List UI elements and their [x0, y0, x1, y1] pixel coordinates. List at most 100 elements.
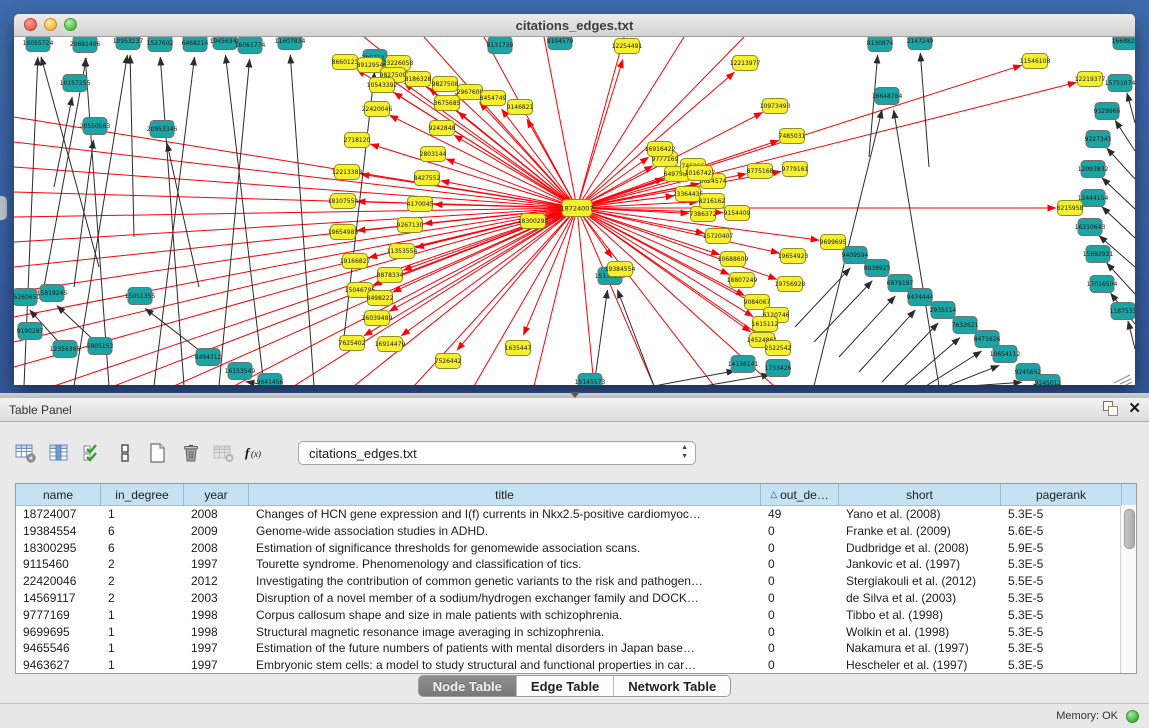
table-cell[interactable]: 9465546 [16, 640, 101, 657]
graph-node-reference[interactable]: 7485031 [779, 129, 806, 144]
table-row[interactable]: 969969511998Structural magnetic resonanc… [16, 624, 1136, 641]
table-cell[interactable]: 2 [101, 590, 184, 607]
table-cell[interactable]: Changes of HCN gene expression and I(f) … [249, 506, 761, 523]
graph-node-reference[interactable]: 18300295 [518, 214, 549, 229]
table-row[interactable]: 1938455462009Genome-wide association stu… [16, 523, 1136, 540]
row-height-icon[interactable] [111, 439, 139, 467]
graph-node-cited[interactable]: 15051355 [125, 288, 156, 305]
table-cell[interactable]: 2 [101, 573, 184, 590]
table-cell[interactable]: Tibbo et al. (1998) [839, 607, 1001, 624]
column-header-indegree[interactable]: in_degree [101, 484, 184, 505]
table-cell[interactable]: Jankovic et al. (1997) [839, 556, 1001, 573]
graph-node-reference[interactable]: 9779161 [782, 162, 809, 177]
graph-node-reference[interactable]: 10543392 [367, 78, 398, 93]
table-cell[interactable]: Investigating the contribution of common… [249, 573, 761, 590]
graph-node-cited[interactable]: 15819245 [37, 285, 68, 302]
table-cell[interactable]: de Silva et al. (2003) [839, 590, 1001, 607]
table-cell[interactable]: Wolkin et al. (1998) [839, 624, 1001, 641]
graph-node-reference[interactable]: 8215958 [1057, 201, 1084, 216]
graph-node-cited[interactable]: 8938923 [864, 260, 891, 277]
graph-node-reference[interactable]: 16914479 [375, 337, 406, 352]
column-header-outde[interactable]: △out_de… [761, 484, 839, 505]
graph-node-cited[interactable]: 20691406 [70, 37, 101, 53]
table-selector-dropdown[interactable]: citations_edges.txt ▲▼ [298, 441, 696, 465]
graph-node-reference[interactable]: 8454749 [480, 91, 507, 106]
table-cell[interactable]: 1998 [184, 624, 249, 641]
table-cell[interactable]: 2008 [184, 540, 249, 557]
graph-node-reference[interactable]: 9267130 [397, 218, 424, 233]
table-cell[interactable]: 0 [761, 640, 839, 657]
graph-node-cited[interactable]: 9227343 [1085, 131, 1112, 148]
scrollbar-thumb[interactable] [1124, 509, 1135, 549]
graph-node-cited[interactable]: 11607834 [275, 37, 306, 50]
graph-node-reference[interactable]: 8912954 [357, 58, 384, 73]
graph-node-cited[interactable]: 9245012 [1035, 375, 1062, 386]
table-cell[interactable]: 9463627 [16, 657, 101, 674]
graph-node-cited[interactable]: 9329966 [1094, 103, 1121, 120]
graph-node-cited[interactable]: 14136141 [728, 356, 759, 373]
table-row[interactable]: 946554611997Estimation of the future num… [16, 640, 1136, 657]
graph-node-reference[interactable]: 18807249 [727, 273, 758, 288]
graph-node-reference[interactable]: 16039489 [362, 311, 393, 326]
graph-node-cited[interactable]: 2147249 [907, 37, 934, 50]
table-cell[interactable]: 5.3E-5 [1001, 657, 1122, 674]
column-visibility-icon[interactable] [45, 439, 73, 467]
graph-node-reference[interactable]: 2522542 [765, 341, 792, 356]
table-cell[interactable]: 0 [761, 624, 839, 641]
graph-node-reference[interactable]: 8186328 [405, 72, 432, 87]
close-panel-icon[interactable]: ✕ [1128, 401, 1141, 416]
graph-node-reference[interactable]: 2718120 [344, 133, 371, 148]
graph-node-reference[interactable]: 15720407 [703, 229, 734, 244]
table-cell[interactable]: 1997 [184, 556, 249, 573]
table-cell[interactable]: 1 [101, 607, 184, 624]
graph-node-reference[interactable]: 1635447 [505, 341, 532, 356]
table-cell[interactable]: 0 [761, 556, 839, 573]
graph-node-cited[interactable]: 5905153 [87, 338, 114, 355]
table-cell[interactable]: 18724007 [16, 506, 101, 523]
graph-node-reference[interactable]: 18107554 [328, 194, 359, 209]
graph-node-reference[interactable]: 12213977 [730, 56, 761, 71]
column-header-name[interactable]: name [16, 484, 101, 505]
table-cell[interactable]: 5.3E-5 [1001, 590, 1122, 607]
graph-node-reference[interactable]: 7625402 [339, 336, 366, 351]
table-cell[interactable]: Corpus callosum shape and size in male p… [249, 607, 761, 624]
graph-node-reference[interactable]: 8775168 [747, 164, 774, 179]
graph-node-reference[interactable]: 10688609 [718, 252, 749, 267]
graph-node-cited[interactable]: 7632621 [952, 317, 979, 334]
graph-node-reference[interactable]: 16916422 [645, 142, 676, 157]
graph-node-cited[interactable]: 16061774 [235, 37, 266, 54]
graph-node-cited[interactable]: 6468214 [182, 37, 209, 52]
table-cell[interactable]: 1 [101, 640, 184, 657]
zoom-window-button[interactable] [64, 18, 77, 31]
graph-node-cited[interactable]: 2935114 [930, 302, 957, 319]
table-row[interactable]: 1872400712008Changes of HCN gene express… [16, 506, 1136, 523]
table-cell[interactable]: 5.3E-5 [1001, 607, 1122, 624]
table-cell[interactable]: 49 [761, 506, 839, 523]
table-cell[interactable]: Yano et al. (2008) [839, 506, 1001, 523]
table-cell[interactable]: Structural magnetic resonance image aver… [249, 624, 761, 641]
tab-node-table[interactable]: Node Table [419, 676, 517, 696]
new-column-icon[interactable] [144, 439, 172, 467]
graph-node-reference[interactable]: 22420046 [362, 102, 393, 117]
graph-node-cited[interactable]: 10654112 [990, 346, 1021, 363]
table-cell[interactable]: 0 [761, 657, 839, 674]
table-cell[interactable]: Estimation of the future numbers of pati… [249, 640, 761, 657]
table-cell[interactable]: Genome-wide association studies in ADHD. [249, 523, 761, 540]
table-cell[interactable]: 1 [101, 657, 184, 674]
table-cell[interactable]: 18300295 [16, 540, 101, 557]
graph-node-reference[interactable]: 11353554 [387, 244, 418, 259]
delete-table-icon[interactable] [210, 439, 238, 467]
table-cell[interactable]: 5.5E-5 [1001, 573, 1122, 590]
table-cell[interactable]: 2008 [184, 506, 249, 523]
network-view-canvas[interactable]: 1905572420691406109532371527602646821419… [14, 37, 1135, 385]
graph-node-cited[interactable]: 20953346 [147, 121, 178, 138]
table-cell[interactable]: 9777169 [16, 607, 101, 624]
graph-node-cited[interactable]: 1527602 [147, 37, 174, 52]
graph-node-cited[interactable]: 17016504 [1087, 276, 1118, 293]
table-cell[interactable]: 5.3E-5 [1001, 640, 1122, 657]
graph-node-reference[interactable]: 19654983 [328, 225, 359, 240]
graph-node-cited[interactable]: 9474444 [907, 289, 934, 306]
table-cell[interactable]: 1 [101, 506, 184, 523]
table-cell[interactable]: 9115460 [16, 556, 101, 573]
table-cell[interactable]: 2003 [184, 590, 249, 607]
